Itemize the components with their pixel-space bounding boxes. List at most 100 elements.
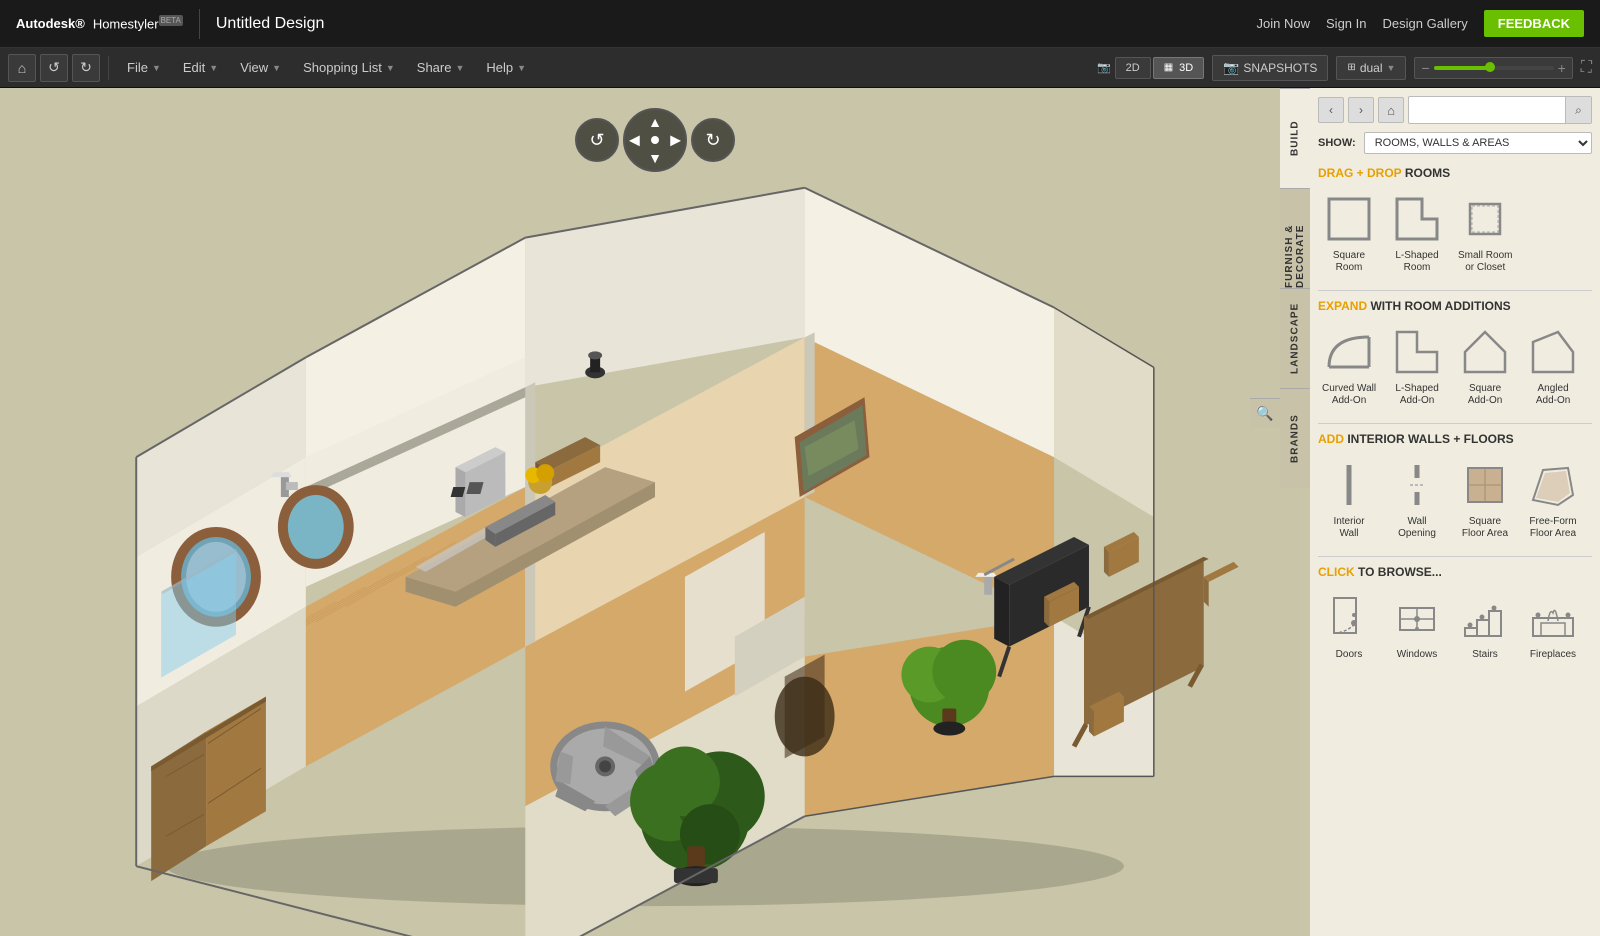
design-title: Untitled Design [216,15,325,33]
square-floor-icon [1458,458,1512,512]
interior-grid: InteriorWall WallOpening [1318,454,1592,544]
furnish-tab[interactable]: FURNISH & DECORATE [1280,188,1310,288]
topbar-actions: Join Now Sign In Design Gallery FEEDBACK [1257,10,1584,37]
panel-back-button[interactable]: ‹ [1318,97,1344,123]
zoom-control: − + [1414,57,1572,79]
divider-3 [1318,556,1592,557]
side-tabs: BUILD FURNISH & DECORATE LANDSCAPE BRAND… [1280,88,1310,488]
panel-forward-button[interactable]: › [1348,97,1374,123]
rotate-left-button[interactable]: ↺ [575,118,619,162]
small-room-icon [1458,192,1512,246]
square-floor-item[interactable]: SquareFloor Area [1454,454,1516,544]
freeform-floor-icon [1526,458,1580,512]
zoom-slider-handle[interactable] [1485,62,1495,72]
file-menu-arrow: ▼ [152,63,161,73]
pan-center-dot [651,136,659,144]
square-room-icon [1322,192,1376,246]
l-shaped-room-icon [1390,192,1444,246]
square-room-item[interactable]: SquareRoom [1318,188,1380,278]
edit-menu-arrow: ▼ [209,63,218,73]
homestyler-brand: HomestylerBETA [93,16,183,31]
panel-nav: ‹ › ⌂ ⌕ [1318,96,1592,124]
pan-control[interactable]: ▲ ◀ ▶ ▼ [623,108,687,172]
zoom-out-icon[interactable]: − [1421,60,1429,76]
curved-wall-icon [1322,325,1376,379]
panel-search-button[interactable]: ⌕ [1565,97,1591,123]
feedback-button[interactable]: FEEDBACK [1484,10,1584,37]
shopping-list-menu[interactable]: Shopping List ▼ [293,56,405,79]
curved-wall-item[interactable]: Curved WallAdd-On [1318,321,1380,411]
drag-drop-header: DRAG + DROP ROOMS [1318,166,1592,180]
interior-wall-icon [1322,458,1376,512]
stairs-item[interactable]: Stairs [1454,587,1516,665]
wall-opening-icon [1390,458,1444,512]
landscape-tab[interactable]: LANDSCAPE [1280,288,1310,388]
view-2d-button[interactable]: 2D [1115,57,1151,79]
share-menu-arrow: ▼ [455,63,464,73]
angled-addon-item[interactable]: AngledAdd-On [1522,321,1584,411]
show-row: SHOW: ROOMS, WALLS & AREAS FLOORS ONLY W… [1318,132,1592,154]
panel-home-button[interactable]: ⌂ [1378,97,1404,123]
view-3d-button[interactable]: ▦ 3D [1153,57,1205,79]
autodesk-brand: Autodesk® [16,16,85,31]
windows-item[interactable]: Windows [1386,587,1448,665]
toolbar-divider-1 [108,56,109,80]
sign-in-link[interactable]: Sign In [1326,16,1366,31]
redo-button[interactable]: ↻ [72,54,100,82]
wall-opening-item[interactable]: WallOpening [1386,454,1448,544]
pan-down-button[interactable]: ▼ [648,150,662,166]
rooms-grid: SquareRoom L-ShapedRoom [1318,188,1592,278]
divider-2 [1318,423,1592,424]
view-menu-arrow: ▼ [272,63,281,73]
square-addon-icon [1458,325,1512,379]
app-logo: Autodesk® HomestylerBETA [16,16,183,31]
snapshots-button[interactable]: 📷 SNAPSHOTS [1212,55,1328,81]
divider-1 [1318,290,1592,291]
edit-menu[interactable]: Edit ▼ [173,56,228,79]
help-menu[interactable]: Help ▼ [476,56,536,79]
toolbar-right: 📷 2D ▦ 3D 📷 SNAPSHOTS ⊞ dual ▼ − + [1097,55,1592,81]
pan-left-button[interactable]: ◀ [629,132,640,149]
show-dropdown[interactable]: ROOMS, WALLS & AREAS FLOORS ONLY WALLS O… [1364,132,1592,154]
brands-tab[interactable]: BRANDS [1280,388,1310,488]
interior-wall-item[interactable]: InteriorWall [1318,454,1380,544]
help-menu-arrow: ▼ [517,63,526,73]
file-menu[interactable]: File ▼ [117,56,171,79]
square-addon-item[interactable]: SquareAdd-On [1454,321,1516,411]
freeform-floor-item[interactable]: Free-FormFloor Area [1522,454,1584,544]
browse-header: CLICK TO BROWSE... [1318,565,1592,579]
canvas-area[interactable]: ↺ ▲ ◀ ▶ ▼ ↻ [0,88,1310,936]
fireplaces-icon [1526,591,1580,645]
l-shaped-addon-item[interactable]: L-ShapedAdd-On [1386,321,1448,411]
panel-search-icon-btn[interactable]: 🔍 [1250,398,1280,428]
dual-button[interactable]: ⊞ dual ▼ [1336,56,1406,80]
view-menu[interactable]: View ▼ [230,56,291,79]
rotate-right-button[interactable]: ↻ [691,118,735,162]
small-room-item[interactable]: Small Roomor Closet [1454,188,1516,278]
build-panel-content: ‹ › ⌂ ⌕ SHOW: ROOMS, WALLS & AREAS FLOOR… [1310,88,1600,936]
stairs-icon [1458,591,1512,645]
l-shaped-room-item[interactable]: L-ShapedRoom [1386,188,1448,278]
logo-divider [199,9,200,39]
additions-grid: Curved WallAdd-On L-ShapedAdd-On [1318,321,1592,411]
join-now-link[interactable]: Join Now [1257,16,1310,31]
undo-button[interactable]: ↺ [40,54,68,82]
fireplaces-item[interactable]: Fireplaces [1522,587,1584,665]
beta-badge: BETA [159,15,183,26]
doors-item[interactable]: Doors [1318,587,1380,665]
show-label: SHOW: [1318,137,1356,149]
pan-up-button[interactable]: ▲ [648,114,662,130]
home-button[interactable]: ⌂ [8,54,36,82]
share-menu[interactable]: Share ▼ [407,56,475,79]
browse-grid: Doors Windows [1318,587,1592,665]
build-tab[interactable]: BUILD [1280,88,1310,188]
pan-right-button[interactable]: ▶ [670,132,681,149]
panel-search-bar: ⌕ [1408,96,1592,124]
floorplan-visualization [0,88,1310,936]
toolbar-menu: File ▼ Edit ▼ View ▼ Shopping List ▼ Sha… [117,56,536,79]
doors-icon [1322,591,1376,645]
fullscreen-button[interactable]: ⛶ [1581,59,1592,77]
zoom-in-icon[interactable]: + [1558,60,1566,76]
design-gallery-link[interactable]: Design Gallery [1383,16,1468,31]
panel-search-input[interactable] [1409,99,1565,121]
